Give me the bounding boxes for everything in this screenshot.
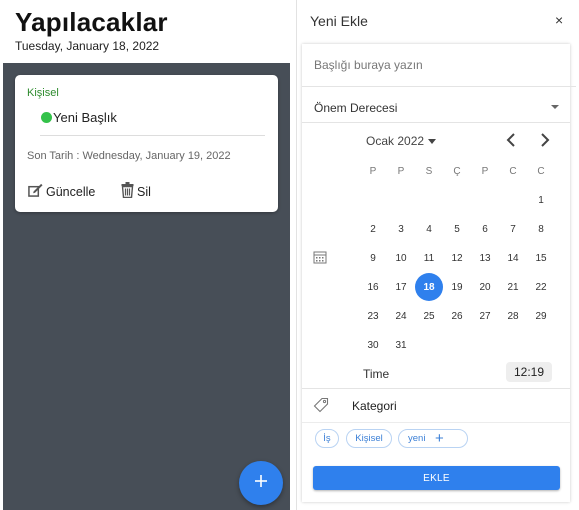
chevron-right-icon: [541, 133, 550, 147]
calendar-day[interactable]: 16: [361, 275, 385, 299]
calendar-day[interactable]: 13: [473, 246, 497, 270]
weekday-header: S: [425, 165, 433, 177]
add-button[interactable]: EKLE: [313, 466, 560, 490]
caret-down-icon: [551, 105, 559, 109]
page-title: Yapılacaklar: [15, 7, 168, 37]
update-button-label: Güncelle: [46, 185, 96, 199]
todo-list-pane: Yapılacaklar Tuesday, January 18, 2022 K…: [0, 0, 291, 510]
weekday-header: P: [481, 165, 489, 177]
category-label: Kategori: [352, 399, 397, 413]
title-input[interactable]: [302, 44, 576, 87]
calendar-day[interactable]: 26: [445, 304, 469, 328]
calendar-day[interactable]: 19: [445, 275, 469, 299]
todo-card: Kişisel Yeni Başlık Son Tarih : Wednesda…: [15, 75, 278, 212]
todo-due-date: Son Tarih : Wednesday, January 19, 2022: [27, 150, 231, 162]
calendar-day[interactable]: 9: [361, 246, 385, 270]
calendar-day[interactable]: 29: [529, 304, 553, 328]
add-todo-button[interactable]: [239, 461, 283, 505]
calendar-day-selected[interactable]: 18: [415, 273, 443, 301]
calendar-day[interactable]: 28: [501, 304, 525, 328]
delete-button[interactable]: Sil: [121, 181, 151, 203]
calendar-icon: [313, 250, 327, 269]
time-label: Time: [363, 367, 390, 381]
calendar-day[interactable]: 3: [389, 217, 413, 241]
tag-icon: [313, 397, 329, 418]
weekday-header: P: [397, 165, 405, 177]
calendar-day[interactable]: 2: [361, 217, 385, 241]
trash-icon: [121, 181, 134, 203]
card-divider: [40, 135, 265, 136]
calendar-day[interactable]: 27: [473, 304, 497, 328]
add-todo-form: Önem Derecesi Ocak 2022: [302, 44, 576, 502]
calendar-day[interactable]: 24: [389, 304, 413, 328]
calendar-day[interactable]: 11: [417, 246, 441, 270]
weekday-header: Ç: [453, 165, 461, 177]
time-picker[interactable]: 12:19: [506, 362, 552, 382]
priority-select-label: Önem Derecesi: [314, 101, 398, 115]
previous-month-button[interactable]: [504, 131, 520, 149]
calendar-day[interactable]: 31: [389, 333, 413, 357]
calendar-day[interactable]: 21: [501, 275, 525, 299]
weekday-header: C: [537, 165, 545, 177]
delete-button-label: Sil: [137, 185, 151, 199]
calendar-day[interactable]: 1: [529, 188, 553, 212]
calendar-month-label: Ocak 2022: [366, 134, 425, 148]
category-chip-is[interactable]: İş: [315, 429, 339, 448]
weekday-header: C: [509, 165, 517, 177]
chevron-left-icon: [506, 133, 515, 147]
edit-icon: [28, 182, 43, 202]
calendar-day[interactable]: 8: [529, 217, 553, 241]
update-button[interactable]: Güncelle: [28, 182, 95, 202]
calendar-day[interactable]: 7: [501, 217, 525, 241]
weekday-header: P: [369, 165, 377, 177]
calendar-day[interactable]: 17: [389, 275, 413, 299]
calendar-day[interactable]: 6: [473, 217, 497, 241]
calendar-day[interactable]: 23: [361, 304, 385, 328]
calendar-day[interactable]: 22: [529, 275, 553, 299]
category-chip-kisisel[interactable]: Kişisel: [346, 429, 392, 448]
plus-icon: [254, 474, 268, 493]
priority-select[interactable]: Önem Derecesi: [302, 96, 570, 123]
calendar-day[interactable]: 5: [445, 217, 469, 241]
status-dot-icon: [41, 112, 52, 123]
close-icon[interactable]: ×: [555, 12, 563, 28]
calendar-day[interactable]: 25: [417, 304, 441, 328]
add-todo-panel: Yeni Ekle × Önem Derecesi Ocak 2022: [296, 0, 579, 510]
current-date: Tuesday, January 18, 2022: [15, 39, 160, 53]
calendar-month-selector[interactable]: Ocak 2022: [366, 134, 437, 148]
calendar-day[interactable]: 10: [389, 246, 413, 270]
panel-title: Yeni Ekle: [310, 13, 368, 29]
divider: [302, 388, 570, 389]
caret-down-icon: [428, 138, 437, 144]
todo-category-label: Kişisel: [27, 87, 59, 99]
divider: [302, 422, 570, 423]
calendar-day[interactable]: 30: [361, 333, 385, 357]
next-month-button[interactable]: [536, 131, 552, 149]
add-category-icon[interactable]: +: [435, 430, 444, 447]
todo-title: Yeni Başlık: [53, 110, 117, 125]
calendar-day[interactable]: 15: [529, 246, 553, 270]
new-category-input[interactable]: yeni: [408, 433, 425, 444]
new-category-field[interactable]: yeni +: [398, 429, 468, 448]
calendar-day[interactable]: 4: [417, 217, 441, 241]
calendar-day[interactable]: 14: [501, 246, 525, 270]
calendar-day[interactable]: 20: [473, 275, 497, 299]
calendar-day[interactable]: 12: [445, 246, 469, 270]
